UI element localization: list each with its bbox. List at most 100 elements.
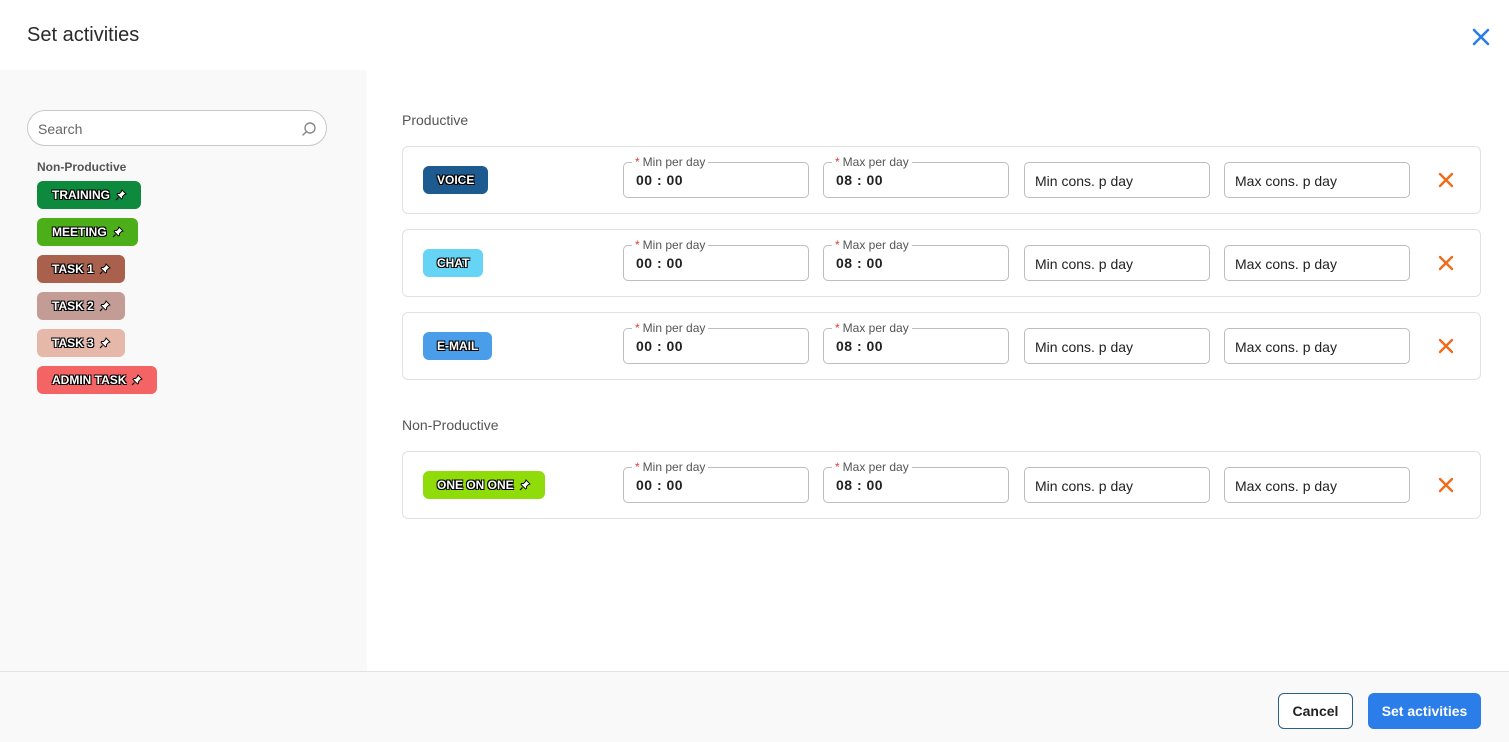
max-per-day-field[interactable]: * Max per day 08 : 00 xyxy=(823,460,1009,503)
pin-icon xyxy=(99,300,111,312)
time-value: 00 : 00 xyxy=(636,172,684,188)
field-label-text: Min per day xyxy=(642,155,706,169)
sidebar-activity-row: TRAINING xyxy=(37,181,157,218)
activity-chip-label: TASK 2 xyxy=(52,299,94,313)
activity-badge-label: ONE ON ONE xyxy=(437,478,514,492)
field-label-text: Max per day xyxy=(842,460,909,474)
pin-icon xyxy=(99,263,111,275)
set-activities-button[interactable]: Set activities xyxy=(1368,693,1481,729)
activity-chip-list: TRAINING MEETING TASK 1 TASK 2 TASK 3 ADMIN T… xyxy=(37,181,158,403)
min-cons-field[interactable]: Min cons. p day xyxy=(1024,467,1210,503)
required-mark: * xyxy=(835,460,840,474)
field-placeholder: Max cons. p day xyxy=(1235,173,1337,189)
min-per-day-field[interactable]: * Min per day 00 : 00 xyxy=(623,238,809,281)
max-per-day-field[interactable]: * Max per day 08 : 00 xyxy=(823,155,1009,198)
activity-row: VOICE * Min per day 00 : 00 * Max per day 08 :… xyxy=(402,146,1481,214)
search-icon[interactable] xyxy=(301,121,317,137)
field-placeholder: Min cons. p day xyxy=(1035,339,1134,355)
remove-icon[interactable] xyxy=(1438,338,1454,354)
min-cons-field[interactable]: Min cons. p day xyxy=(1024,328,1210,364)
field-label-text: Max per day xyxy=(842,321,909,335)
set-activities-dialog: Set activities Non-Productive TRAINING ME… xyxy=(0,0,1509,742)
min-cons-field[interactable]: Min cons. p day xyxy=(1024,162,1210,198)
field-placeholder: Min cons. p day xyxy=(1035,173,1134,189)
min-cons-field[interactable]: Min cons. p day xyxy=(1024,245,1210,281)
activity-badge: VOICE xyxy=(423,166,489,194)
min-per-day-field[interactable]: * Min per day 00 : 00 xyxy=(623,155,809,198)
remove-icon[interactable] xyxy=(1438,477,1454,493)
activity-badge: CHAT xyxy=(423,249,484,277)
required-mark: * xyxy=(835,238,840,252)
time-value: 00 : 00 xyxy=(636,255,684,271)
field-label: * Max per day xyxy=(832,460,912,474)
pin-icon xyxy=(112,226,124,238)
max-cons-field[interactable]: Max cons. p day xyxy=(1224,328,1410,364)
field-placeholder: Min cons. p day xyxy=(1035,256,1134,272)
remove-icon[interactable] xyxy=(1438,172,1454,188)
field-placeholder: Max cons. p day xyxy=(1235,256,1337,272)
time-value: 00 : 00 xyxy=(636,477,684,493)
sidebar-activity-row: ADMIN TASK xyxy=(37,366,158,403)
field-label-text: Max per day xyxy=(842,155,909,169)
activity-badge-label: E-MAIL xyxy=(437,339,479,353)
dialog-header: Set activities xyxy=(0,0,1509,70)
activity-row: CHAT * Min per day 00 : 00 * Max per day 08 : … xyxy=(402,229,1481,297)
min-per-day-field[interactable]: * Min per day 00 : 00 xyxy=(623,321,809,364)
activity-chip[interactable]: TRAINING xyxy=(37,181,141,209)
activity-chip-label: ADMIN TASK xyxy=(52,373,127,387)
activity-chip[interactable]: MEETING xyxy=(37,218,138,246)
time-value: 00 : 00 xyxy=(636,338,684,354)
remove-icon[interactable] xyxy=(1438,255,1454,271)
sidebar-activity-row: TASK 2 xyxy=(37,292,157,329)
productive-section-label: Productive xyxy=(402,112,469,128)
required-mark: * xyxy=(635,155,640,169)
max-cons-field[interactable]: Max cons. p day xyxy=(1224,467,1410,503)
max-per-day-field[interactable]: * Max per day 08 : 00 xyxy=(823,238,1009,281)
field-label: * Max per day xyxy=(832,238,912,252)
max-per-day-field[interactable]: * Max per day 08 : 00 xyxy=(823,321,1009,364)
activity-row: E-MAIL * Min per day 00 : 00 * Max per day 08 … xyxy=(402,312,1481,380)
search-input[interactable] xyxy=(38,119,288,139)
pin-icon xyxy=(115,189,127,201)
activity-chip[interactable]: TASK 1 xyxy=(37,255,125,283)
dialog-title: Set activities xyxy=(27,24,140,46)
activity-badge: E-MAIL xyxy=(423,332,493,360)
field-label-text: Min per day xyxy=(642,321,706,335)
time-value: 08 : 00 xyxy=(836,477,884,493)
dialog-footer: Cancel Set activities xyxy=(0,671,1509,742)
pin-icon xyxy=(519,479,531,491)
activity-badge-label: VOICE xyxy=(437,173,475,187)
activity-chip-label: TASK 1 xyxy=(52,262,94,276)
cancel-button[interactable]: Cancel xyxy=(1278,693,1353,729)
field-placeholder: Max cons. p day xyxy=(1235,339,1337,355)
sidebar-activity-row: MEETING xyxy=(37,218,157,255)
activity-chip[interactable]: TASK 2 xyxy=(37,292,125,320)
field-label-text: Min per day xyxy=(642,460,706,474)
activity-badge-label: CHAT xyxy=(437,256,470,270)
activity-sidebar: Non-Productive TRAINING MEETING TASK 1 TASK… xyxy=(0,70,367,671)
activity-chip-label: TASK 3 xyxy=(52,336,94,350)
field-label: * Max per day xyxy=(832,155,912,169)
required-mark: * xyxy=(635,321,640,335)
selected-activities-panel: Productive VOICE * Min per day 00 : 00 * Max … xyxy=(367,70,1509,671)
required-mark: * xyxy=(635,238,640,252)
time-value: 08 : 00 xyxy=(836,338,884,354)
activity-badge: ONE ON ONE xyxy=(423,471,545,499)
time-value: 08 : 00 xyxy=(836,172,884,188)
pin-icon xyxy=(131,374,144,386)
activity-chip[interactable]: ADMIN TASK xyxy=(37,366,158,394)
activity-row: ONE ON ONE * Min per day 00 : 00 * Max per da… xyxy=(402,451,1481,519)
close-icon[interactable] xyxy=(1470,26,1492,48)
field-label: * Max per day xyxy=(832,321,912,335)
max-cons-field[interactable]: Max cons. p day xyxy=(1224,245,1410,281)
min-per-day-field[interactable]: * Min per day 00 : 00 xyxy=(623,460,809,503)
search-box[interactable] xyxy=(27,110,327,146)
field-label: * Min per day xyxy=(632,321,709,335)
field-label-text: Min per day xyxy=(642,238,706,252)
field-placeholder: Min cons. p day xyxy=(1035,478,1134,494)
max-cons-field[interactable]: Max cons. p day xyxy=(1224,162,1410,198)
required-mark: * xyxy=(635,460,640,474)
required-mark: * xyxy=(835,155,840,169)
activity-chip[interactable]: TASK 3 xyxy=(37,329,125,357)
activity-chip-label: TRAINING xyxy=(52,188,110,202)
